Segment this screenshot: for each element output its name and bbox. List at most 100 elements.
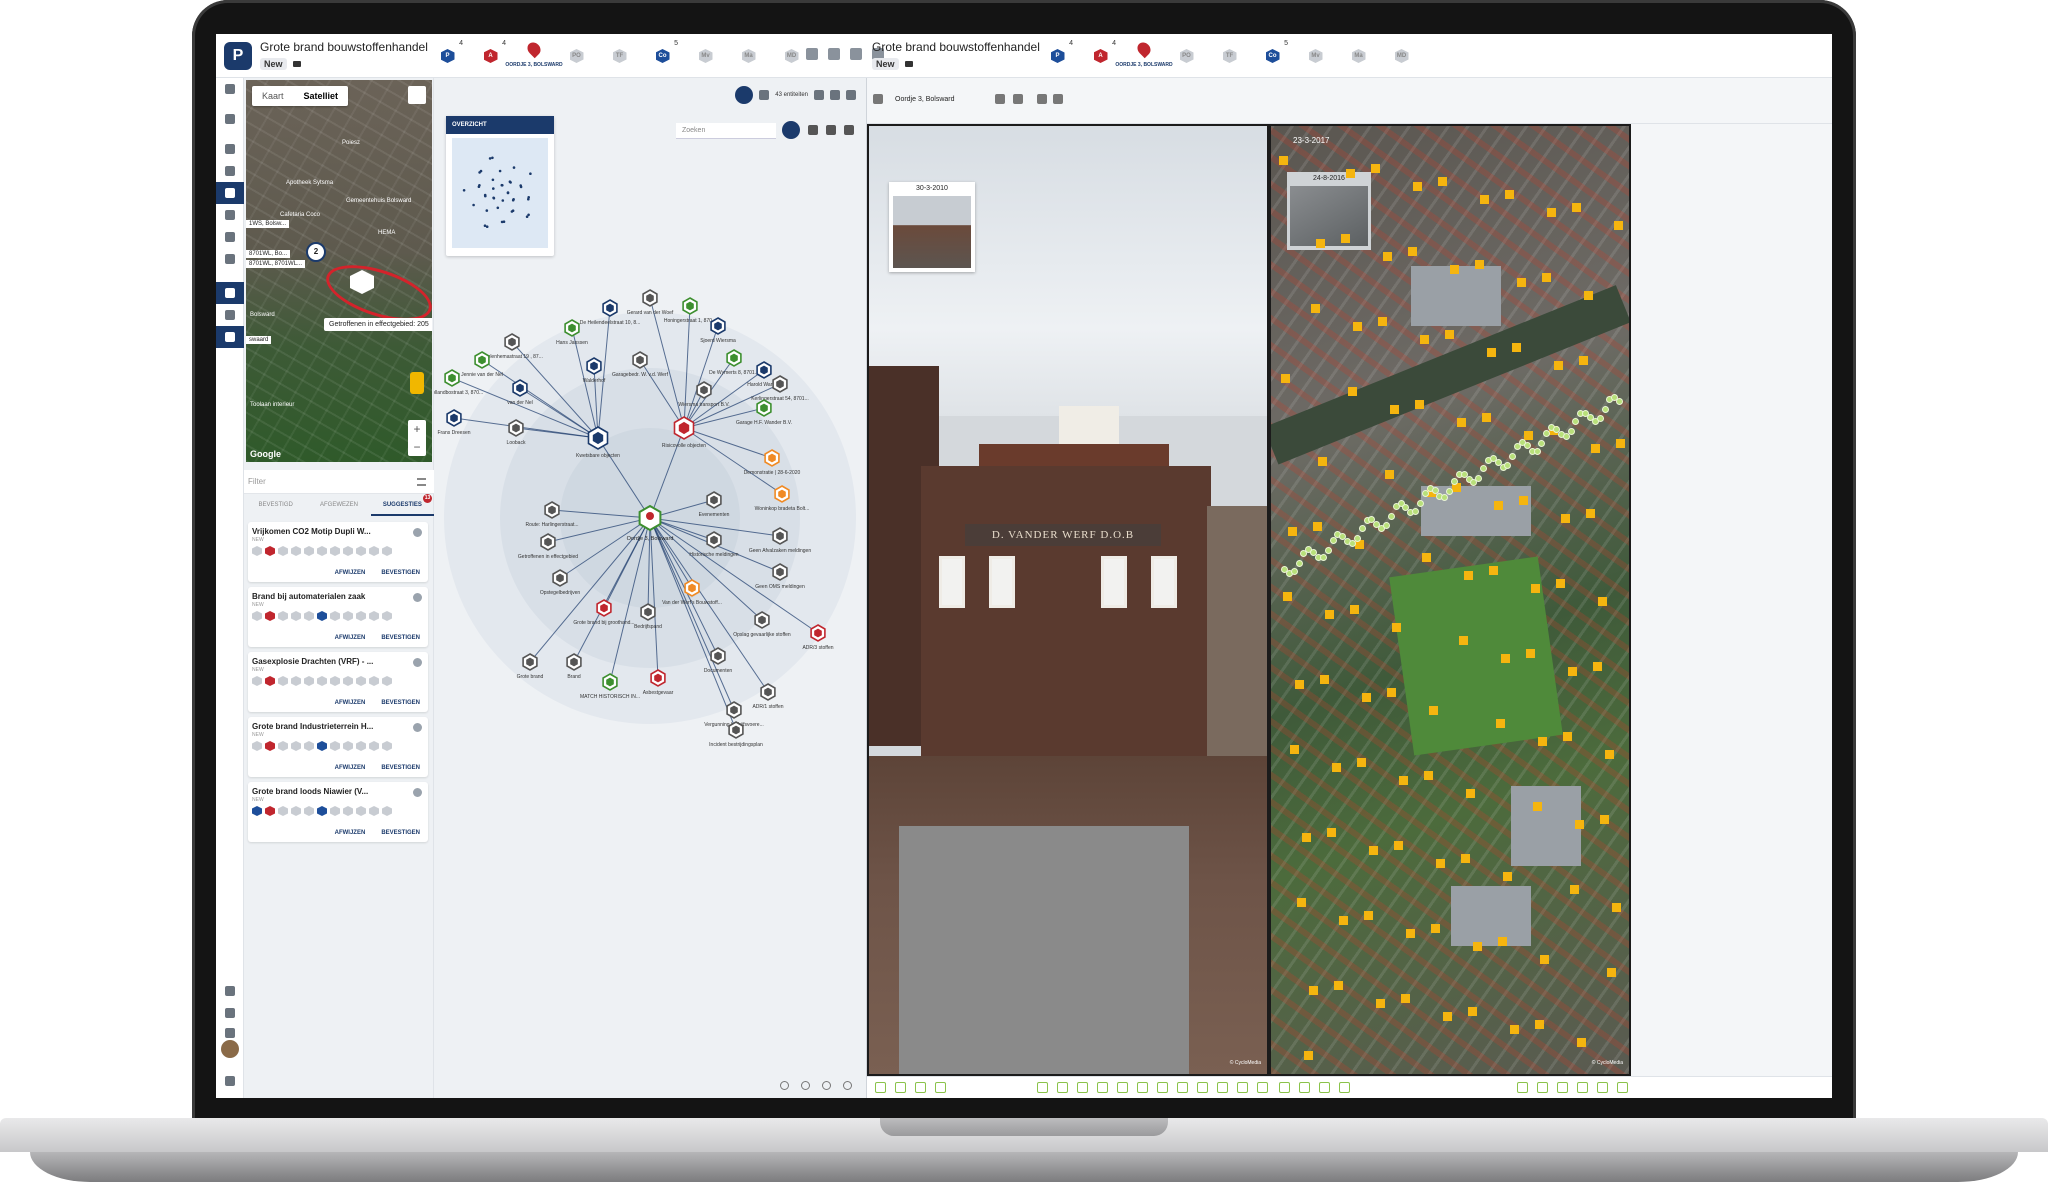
tool-icon[interactable] [1037,1082,1048,1093]
address-marker[interactable]: swaard [246,336,272,344]
tree-marker[interactable] [1616,397,1624,405]
building-marker[interactable] [1325,610,1334,619]
tool-icon[interactable] [1299,1082,1310,1093]
pegman-icon[interactable] [410,372,424,394]
fullscreen-icon[interactable] [1013,94,1023,104]
building-marker[interactable] [1496,719,1505,728]
building-marker[interactable] [1487,348,1496,357]
building-marker[interactable] [1501,654,1510,663]
incident-chip[interactable]: MD [1380,40,1423,74]
incident-chip[interactable]: Mv [1294,40,1337,74]
building-marker[interactable] [1283,592,1292,601]
avatar[interactable] [221,1040,239,1058]
building-marker[interactable] [1334,981,1343,990]
app-logo[interactable]: P [224,42,252,70]
building-marker[interactable] [1339,916,1348,925]
tool-icon[interactable] [1339,1082,1350,1093]
street-view[interactable]: D. VANDER WERF D.O.B 30-3-2010 © CycloMe… [867,124,1269,1076]
building-marker[interactable] [1526,649,1535,658]
building-marker[interactable] [1413,182,1422,191]
building-marker[interactable] [1598,597,1607,606]
filter-icon[interactable] [814,90,824,100]
chevron-right-icon[interactable] [995,94,1005,104]
compass-icon[interactable] [216,248,244,270]
building-marker[interactable] [1600,815,1609,824]
building-marker[interactable] [1415,400,1424,409]
fullscreen-icon[interactable] [1053,94,1063,104]
tool-icon[interactable] [1617,1082,1628,1093]
suggestion-card[interactable]: Grote brand loods Niawier (V... NEW AFWIJZ… [248,782,428,842]
more-icon[interactable] [844,125,854,135]
eye-off-icon[interactable] [759,90,770,100]
building-marker[interactable] [1538,737,1547,746]
satellite-map[interactable]: Kaart Satelliet Poiesz Apotheek Sytsma G… [246,80,432,462]
tool-icon[interactable] [1057,1082,1068,1093]
status-tag-right[interactable]: New [872,58,899,70]
building-marker[interactable] [1399,776,1408,785]
building-marker[interactable] [1586,509,1595,518]
tree-marker[interactable] [1329,537,1337,545]
incident-chip[interactable]: TF [1208,40,1251,74]
confirm-button[interactable]: BEVESTIGEN [381,830,420,836]
suggestion-title[interactable]: Brand bij automaterialen zaak [252,592,402,601]
tool-icon[interactable] [1157,1082,1168,1093]
building-marker[interactable] [1572,203,1581,212]
grid-icon[interactable] [216,160,244,182]
building-marker[interactable] [1614,221,1623,230]
status-tag[interactable]: New [260,58,287,70]
building-marker[interactable] [1505,190,1514,199]
aerial-view[interactable]: 23-3-2017 24-8-2016 © CycloMedia [1269,124,1631,1076]
building-marker[interactable] [1420,335,1429,344]
building-marker[interactable] [1568,667,1577,676]
tool-icon[interactable] [1319,1082,1330,1093]
building-marker[interactable] [1390,405,1399,414]
confirm-button[interactable]: BEVESTIGEN [381,765,420,771]
suggestion-card[interactable]: Brand bij automaterialen zaak NEW AFWIJZEN… [248,587,428,647]
building-marker[interactable] [1297,898,1306,907]
building-marker[interactable] [1468,1007,1477,1016]
building-marker[interactable] [1466,789,1475,798]
graph-node[interactable]: Brand [566,653,582,680]
tool-icon[interactable] [915,1082,926,1093]
building-marker[interactable] [1524,431,1533,440]
tool-icon[interactable] [895,1082,906,1093]
tab-confirmed[interactable]: BEVESTIGD [244,494,307,516]
incident-chip[interactable]: Co 5 [1251,40,1294,74]
tree-marker[interactable] [1353,534,1361,542]
building-marker[interactable] [1554,361,1563,370]
reject-button[interactable]: AFWIJZEN [335,570,366,576]
suggestion-card[interactable]: Vrijkomen CO2 Motip Dupli W... NEW AFWIJZE… [248,522,428,582]
building-marker[interactable] [1341,234,1350,243]
building-marker[interactable] [1489,566,1498,575]
building-marker[interactable] [1503,872,1512,881]
building-marker[interactable] [1309,986,1318,995]
building-marker[interactable] [1498,937,1507,946]
building-marker[interactable] [1429,706,1438,715]
incident-title-right[interactable]: Grote brand bouwstoffenhandel [872,40,1040,54]
clipboard-icon[interactable] [216,138,244,160]
bell-icon[interactable] [216,980,244,1002]
building-marker[interactable] [1431,924,1440,933]
building-marker[interactable] [1556,579,1565,588]
building-marker[interactable] [1357,758,1366,767]
comment-icon[interactable] [830,90,840,100]
fit-icon[interactable] [801,1081,810,1090]
tool-icon[interactable] [1279,1082,1290,1093]
building-marker[interactable] [1316,239,1325,248]
building-marker[interactable] [1383,252,1392,261]
building-marker[interactable] [1464,571,1473,580]
suggestion-card[interactable]: Gasexplosie Drachten (VRF) - ... NEW AFWIJ… [248,652,428,712]
building-marker[interactable] [1461,854,1470,863]
tree-marker[interactable] [1295,559,1303,567]
tool-icon[interactable] [875,1082,886,1093]
building-marker[interactable] [1348,387,1357,396]
building-marker[interactable] [1457,418,1466,427]
building-marker[interactable] [1353,322,1362,331]
fullscreen-icon[interactable] [846,90,856,100]
reject-button[interactable]: AFWIJZEN [335,830,366,836]
graph-node[interactable]: Gerard van der Woef [627,289,674,316]
info-icon[interactable] [413,723,422,732]
info-icon[interactable] [413,658,422,667]
globe-icon[interactable] [216,304,244,326]
logo-small-icon[interactable] [216,1002,244,1024]
